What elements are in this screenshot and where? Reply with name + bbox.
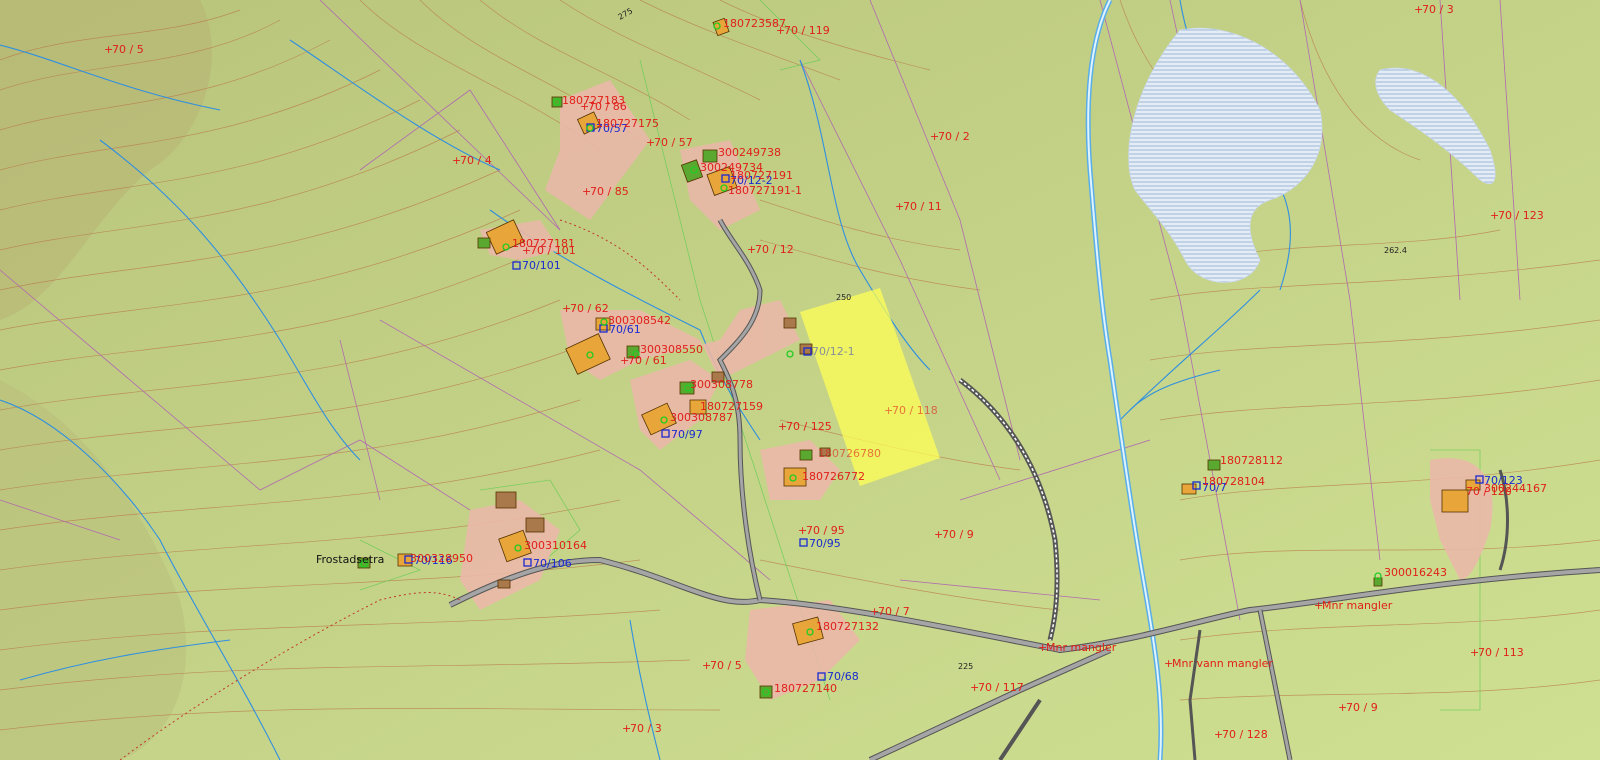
building-label: 180727181: [512, 237, 575, 250]
svg-text:+: +: [1164, 657, 1173, 670]
parcel-label: 70 / 118: [892, 404, 938, 417]
parcel-label: 70 / 4: [460, 154, 492, 167]
address-label: 70/95: [809, 537, 841, 550]
parcel-label: 70 / 123: [1498, 209, 1544, 222]
map-svg[interactable]: 70 / 5 70 / 119 70 / 3 70 / 86 70 / 57 7…: [0, 0, 1600, 760]
building-label: 300244167: [1484, 482, 1547, 495]
svg-text:+: +: [104, 43, 113, 56]
contour-label: 225: [958, 662, 973, 671]
svg-text:+: +: [622, 722, 631, 735]
svg-text:+: +: [895, 200, 904, 213]
building-label: 300310164: [524, 539, 587, 552]
svg-text:+: +: [452, 154, 461, 167]
svg-text:+: +: [870, 605, 879, 618]
building-label: 180727132: [816, 620, 879, 633]
place-name-label: Frostadsetra: [316, 553, 384, 566]
building-label: 180726780: [818, 447, 881, 460]
parcel-label: 70 / 7: [878, 605, 910, 618]
address-label: 70/12-1: [812, 345, 855, 358]
parcel-label: 70 / 125: [786, 420, 832, 433]
svg-text:+: +: [970, 681, 979, 694]
parcel-label: 70 / 11: [903, 200, 942, 213]
svg-text:+: +: [1038, 641, 1047, 654]
building-label: 180727191: [730, 169, 793, 182]
parcel-label: 70 / 12: [755, 243, 794, 256]
svg-text:+: +: [798, 524, 807, 537]
parcel-label: 70 / 3: [1422, 3, 1454, 16]
address-label: 70/97: [671, 428, 703, 441]
building-label: 180727140: [774, 682, 837, 695]
parcel-label: 70 / 3: [630, 722, 662, 735]
address-label: 70/106: [533, 557, 572, 570]
missing-label: Mnr mangler: [1046, 641, 1117, 654]
svg-text:+: +: [1338, 701, 1347, 714]
building-label: 180728104: [1202, 475, 1265, 488]
svg-text:+: +: [934, 528, 943, 541]
parcel-label: 70 / 128: [1222, 728, 1268, 741]
svg-text:+: +: [582, 185, 591, 198]
parcel-label: 70 / 62: [570, 302, 609, 315]
building-label: 180726772: [802, 470, 865, 483]
contour-label: 250: [836, 293, 851, 302]
building-label: 180727191-1: [728, 184, 802, 197]
svg-text:+: +: [562, 302, 571, 315]
svg-text:+: +: [884, 404, 893, 417]
parcel-label: 70 / 119: [784, 24, 830, 37]
building-label: 300016243: [1384, 566, 1447, 579]
svg-text:+: +: [778, 420, 787, 433]
building-label: 180727175: [596, 117, 659, 130]
svg-text:+: +: [1490, 209, 1499, 222]
building-label: 300249738: [718, 146, 781, 159]
parcel-label: 70 / 9: [1346, 701, 1378, 714]
building-label: 300308778: [690, 378, 753, 391]
parcel-label: 70 / 9: [942, 528, 974, 541]
spot-height-label: 262.4: [1384, 246, 1407, 255]
svg-text:+: +: [1314, 599, 1323, 612]
parcel-label: 70 / 5: [112, 43, 144, 56]
svg-text:+: +: [1214, 728, 1223, 741]
map-canvas[interactable]: 70 / 5 70 / 119 70 / 3 70 / 86 70 / 57 7…: [0, 0, 1600, 760]
svg-text:+: +: [930, 130, 939, 143]
parcel-label: 70 / 95: [806, 524, 845, 537]
svg-text:+: +: [1414, 3, 1423, 16]
parcel-label: 70 / 57: [654, 136, 693, 149]
building-label: 180727183: [562, 94, 625, 107]
parcel-label: 70 / 85: [590, 185, 629, 198]
svg-text:+: +: [747, 243, 756, 256]
svg-text:+: +: [702, 659, 711, 672]
building-label: 300308787: [670, 411, 733, 424]
parcel-label: 70 / 2: [938, 130, 970, 143]
parcel-label: 70 / 117: [978, 681, 1024, 694]
building-label: 180723587: [723, 17, 786, 30]
parcel-label: 70 / 113: [1478, 646, 1524, 659]
building-label: 300328950: [410, 552, 473, 565]
svg-text:+: +: [646, 136, 655, 149]
building-label: 180728112: [1220, 454, 1283, 467]
building-label: 300308542: [608, 314, 671, 327]
svg-text:+: +: [620, 354, 629, 367]
missing-label: Mnr mangler: [1322, 599, 1393, 612]
parcel-label: 70 / 5: [710, 659, 742, 672]
address-label: 70/101: [522, 259, 561, 272]
missing-label: Mnr vann mangler: [1172, 657, 1273, 670]
svg-text:+: +: [1470, 646, 1479, 659]
building-label: 300308550: [640, 343, 703, 356]
